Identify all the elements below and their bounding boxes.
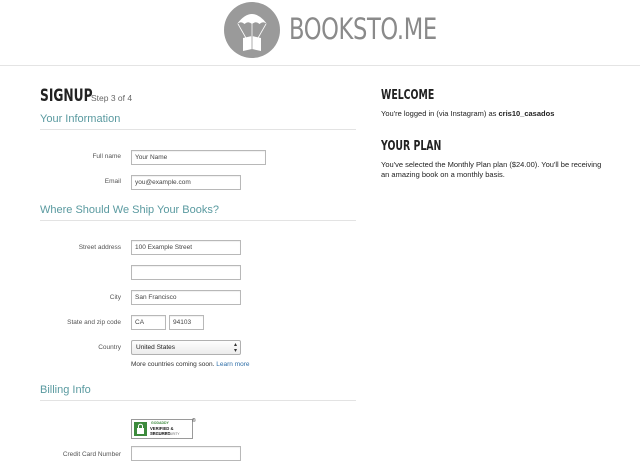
brand-name[interactable]: BOOKSTO.ME: [289, 12, 437, 46]
welcome-text: You're logged in (via Instagram) as cris…: [381, 109, 611, 119]
site-header: BOOKSTO.ME ' ' ': [0, 0, 640, 66]
signup-heading: SIGNUP Step 3 of 4: [40, 86, 132, 106]
city-label: City: [109, 294, 121, 301]
welcome-text-prefix: You're logged in (via Instagram) as: [381, 109, 499, 118]
sidebar-summary: WELCOME You're logged in (via Instagram)…: [381, 88, 611, 180]
credit-card-label: Credit Card Number: [62, 451, 121, 458]
street-address-line2-input[interactable]: [131, 265, 241, 280]
welcome-title: WELCOME: [381, 88, 435, 103]
lock-check-icon: [134, 422, 147, 436]
plan-title: YOUR PLAN: [381, 139, 442, 154]
top-right-fragment: ' ' ': [516, 0, 528, 7]
street-address-label: Street address: [78, 244, 121, 251]
section-divider: [40, 400, 356, 401]
section-billing: Billing Info: [40, 384, 91, 396]
plan-text: You've selected the Monthly Plan plan ($…: [381, 160, 602, 179]
step-indicator: Step 3 of 4: [91, 93, 133, 103]
full-name-label: Full name: [92, 153, 121, 160]
seal-subtitle: VERIFY SECURITY: [151, 432, 180, 436]
registered-mark: ®: [192, 418, 196, 424]
state-zip-label: State and zip code: [67, 319, 121, 326]
section-your-information: Your Information: [40, 113, 121, 125]
country-select-value: United States: [136, 344, 176, 351]
parachute-book-logo-icon[interactable]: [224, 2, 280, 58]
section-divider: [40, 220, 356, 221]
security-seal-badge[interactable]: GODADDY VERIFIED & SECURED VERIFY SECURI…: [131, 419, 193, 439]
country-label: Country: [98, 344, 121, 351]
email-input[interactable]: you@example.com: [131, 175, 241, 190]
country-note: More countries coming soon. Learn more: [131, 361, 250, 368]
state-input[interactable]: CA: [131, 315, 166, 330]
street-address-input[interactable]: 100 Example Street: [131, 240, 241, 255]
country-select[interactable]: United States ▴ ▾: [131, 340, 241, 355]
learn-more-link[interactable]: Learn more: [216, 361, 249, 368]
section-divider: [40, 129, 356, 130]
city-input[interactable]: San Francisco: [131, 290, 241, 305]
page-title: SIGNUP: [40, 86, 93, 106]
email-label: Email: [104, 178, 121, 185]
full-name-input[interactable]: Your Name: [131, 150, 266, 165]
credit-card-input[interactable]: [131, 446, 241, 461]
country-note-text: More countries coming soon.: [131, 361, 215, 368]
section-shipping: Where Should We Ship Your Books?: [40, 204, 219, 216]
chevron-updown-icon: ▴ ▾: [233, 342, 237, 354]
seal-brand: GODADDY: [151, 421, 169, 425]
zip-input[interactable]: 94103: [169, 315, 204, 330]
username: cris10_casados: [498, 109, 555, 118]
